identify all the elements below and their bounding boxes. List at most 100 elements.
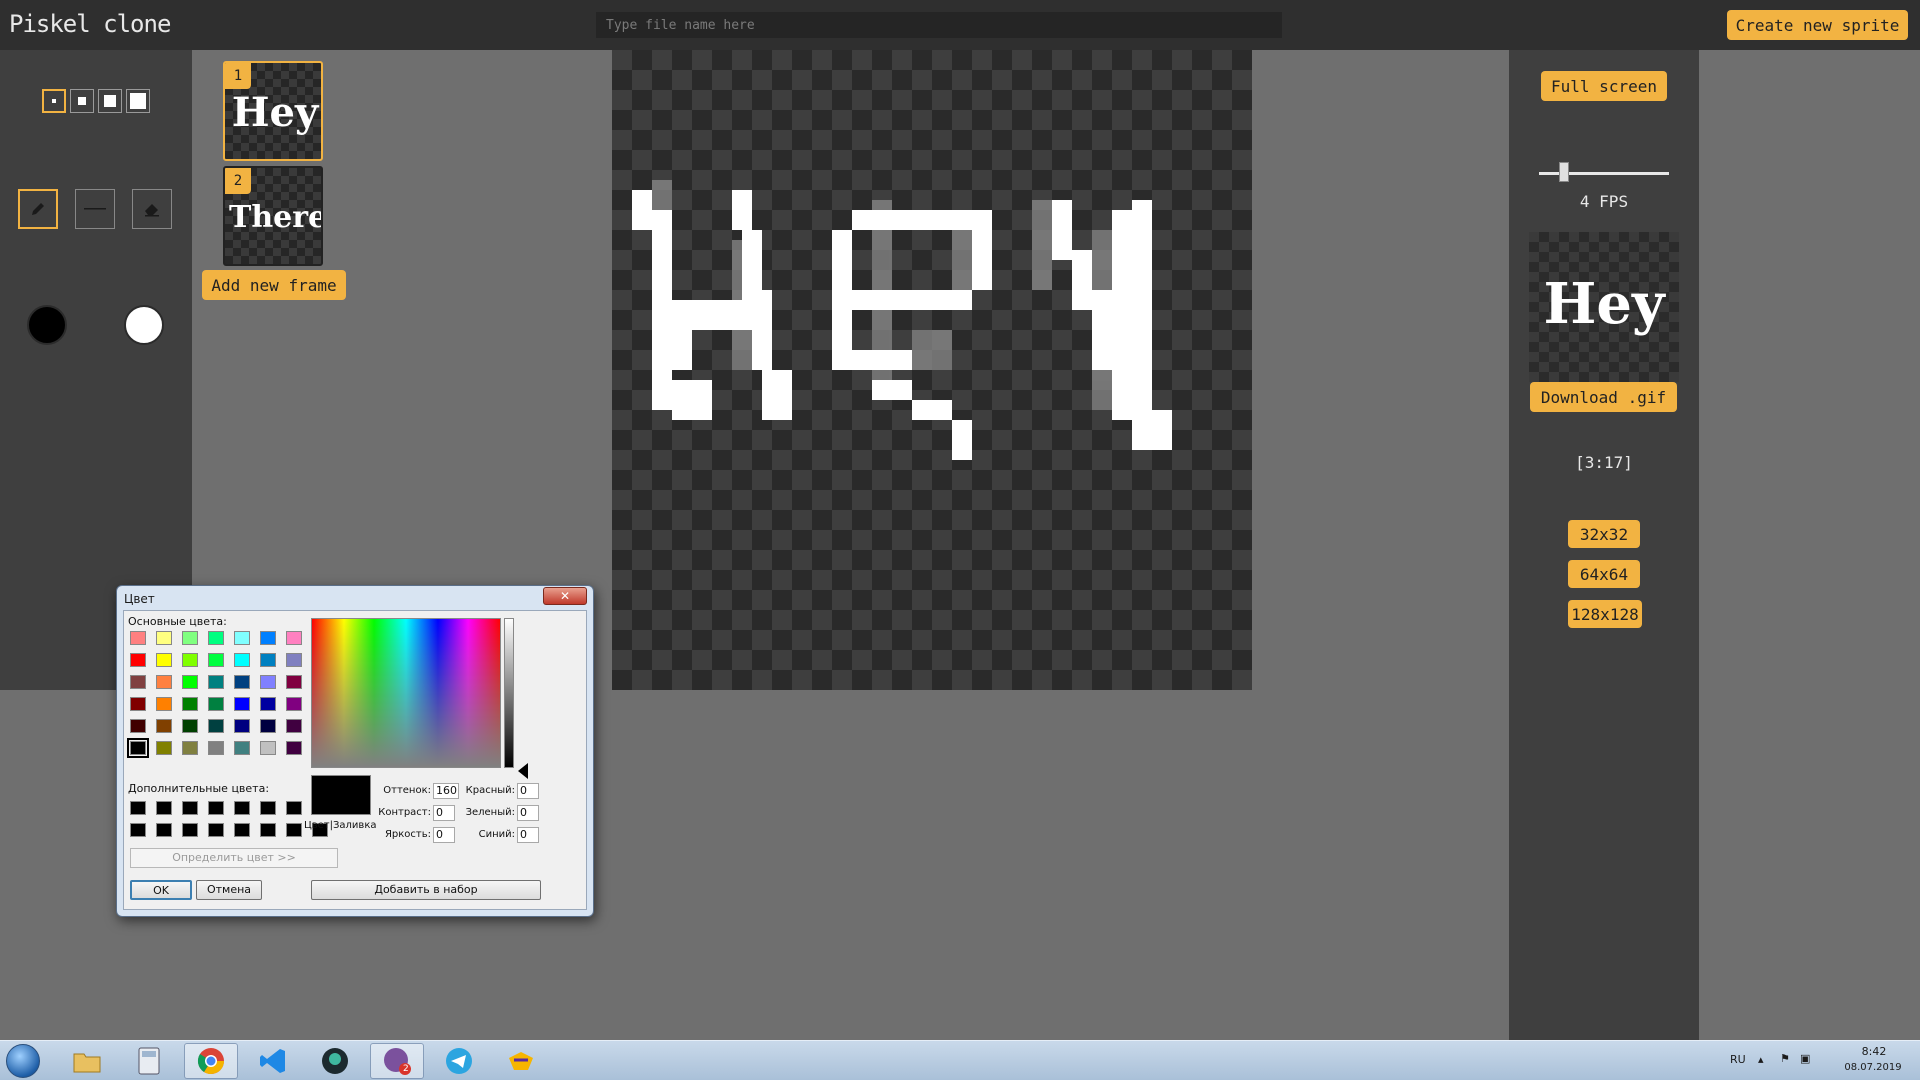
color-swatch[interactable] bbox=[208, 653, 224, 667]
size-128-button[interactable]: 128x128 bbox=[1568, 600, 1642, 628]
clock-time[interactable]: 8:42 bbox=[1848, 1045, 1900, 1058]
color-swatch[interactable] bbox=[130, 801, 146, 815]
green-input[interactable]: 0 bbox=[517, 805, 539, 821]
line-tool[interactable] bbox=[75, 189, 115, 229]
color-swatch[interactable] bbox=[286, 697, 302, 711]
add-to-custom-colors-button[interactable]: Добавить в набор bbox=[311, 880, 541, 900]
tray-expand-icon[interactable]: ▴ bbox=[1758, 1053, 1764, 1066]
luminance-input[interactable]: 0 bbox=[433, 827, 455, 843]
close-icon[interactable]: ✕ bbox=[543, 587, 587, 605]
color-swatch[interactable] bbox=[182, 653, 198, 667]
frame-thumbnail[interactable]: 1 Hey bbox=[223, 61, 323, 161]
color-swatch[interactable] bbox=[182, 823, 198, 837]
network-icon[interactable]: ▣ bbox=[1800, 1052, 1810, 1065]
pencil-tool[interactable] bbox=[18, 189, 58, 229]
color-swatch[interactable] bbox=[260, 719, 276, 733]
calculator-icon[interactable] bbox=[122, 1043, 176, 1079]
color-swatch[interactable] bbox=[234, 697, 250, 711]
color-swatch[interactable] bbox=[286, 741, 302, 755]
color-swatch[interactable] bbox=[260, 823, 276, 837]
color-swatch[interactable] bbox=[156, 631, 172, 645]
color-swatch[interactable] bbox=[130, 675, 146, 689]
luminance-arrow-icon[interactable] bbox=[518, 763, 528, 779]
color-swatch[interactable] bbox=[130, 631, 146, 645]
color-swatch[interactable] bbox=[208, 697, 224, 711]
color-swatch[interactable] bbox=[286, 719, 302, 733]
file-name-input[interactable] bbox=[596, 12, 1282, 38]
color-swatch[interactable] bbox=[127, 738, 149, 758]
blue-input[interactable]: 0 bbox=[517, 827, 539, 843]
clock-date[interactable]: 08.07.2019 bbox=[1838, 1062, 1908, 1073]
chrome-icon[interactable] bbox=[184, 1043, 238, 1079]
color-swatch[interactable] bbox=[208, 675, 224, 689]
color-swatch[interactable] bbox=[208, 801, 224, 815]
color-swatch[interactable] bbox=[182, 741, 198, 755]
color-swatch[interactable] bbox=[234, 631, 250, 645]
color-swatch[interactable] bbox=[182, 675, 198, 689]
color-swatch[interactable] bbox=[156, 823, 172, 837]
color-swatch[interactable] bbox=[156, 675, 172, 689]
color-swatch[interactable] bbox=[208, 823, 224, 837]
color-swatch[interactable] bbox=[260, 631, 276, 645]
winamp-icon[interactable] bbox=[494, 1043, 548, 1079]
color-swatch[interactable] bbox=[208, 719, 224, 733]
color-swatch[interactable] bbox=[156, 801, 172, 815]
color-swatch[interactable] bbox=[182, 697, 198, 711]
vscode-icon[interactable] bbox=[246, 1043, 300, 1079]
color-swatch[interactable] bbox=[260, 675, 276, 689]
cancel-button[interactable]: Отмена bbox=[196, 880, 262, 900]
color-swatch[interactable] bbox=[156, 741, 172, 755]
color-swatch[interactable] bbox=[234, 675, 250, 689]
download-gif-button[interactable]: Download .gif bbox=[1530, 382, 1677, 412]
file-explorer-icon[interactable] bbox=[60, 1043, 114, 1079]
color-swatch[interactable] bbox=[156, 697, 172, 711]
color-swatch[interactable] bbox=[130, 697, 146, 711]
ok-button[interactable]: OK bbox=[130, 880, 192, 900]
color-swatch[interactable] bbox=[182, 631, 198, 645]
color-swatch[interactable] bbox=[286, 801, 302, 815]
start-button-icon[interactable] bbox=[6, 1044, 40, 1078]
secondary-color-swatch[interactable] bbox=[124, 305, 164, 345]
saturation-input[interactable]: 0 bbox=[433, 805, 455, 821]
eraser-tool[interactable] bbox=[132, 189, 172, 229]
color-swatch[interactable] bbox=[286, 823, 302, 837]
full-screen-button[interactable]: Full screen bbox=[1541, 71, 1667, 101]
color-swatch[interactable] bbox=[130, 823, 146, 837]
size-64-button[interactable]: 64x64 bbox=[1568, 560, 1640, 588]
color-swatch[interactable] bbox=[286, 631, 302, 645]
primary-color-swatch[interactable] bbox=[27, 305, 67, 345]
add-new-frame-button[interactable]: Add new frame bbox=[202, 270, 346, 300]
color-swatch[interactable] bbox=[234, 801, 250, 815]
color-swatch[interactable] bbox=[156, 719, 172, 733]
color-swatch[interactable] bbox=[182, 801, 198, 815]
color-swatch[interactable] bbox=[260, 697, 276, 711]
pen-size-1[interactable] bbox=[42, 89, 66, 113]
hue-input[interactable]: 160 bbox=[433, 783, 459, 799]
define-color-button[interactable]: Определить цвет >> bbox=[130, 848, 338, 868]
color-swatch[interactable] bbox=[130, 719, 146, 733]
red-input[interactable]: 0 bbox=[517, 783, 539, 799]
color-swatch[interactable] bbox=[234, 741, 250, 755]
create-new-sprite-button[interactable]: Create new sprite bbox=[1727, 10, 1908, 40]
color-swatch[interactable] bbox=[234, 823, 250, 837]
color-swatch[interactable] bbox=[234, 653, 250, 667]
color-swatch[interactable] bbox=[260, 741, 276, 755]
color-swatch[interactable] bbox=[182, 719, 198, 733]
frame-thumbnail[interactable]: 2 There bbox=[223, 166, 323, 266]
viber-icon[interactable]: 2 bbox=[370, 1043, 424, 1079]
color-swatch[interactable] bbox=[260, 653, 276, 667]
fps-slider[interactable] bbox=[1539, 162, 1669, 182]
gitkraken-icon[interactable] bbox=[308, 1043, 362, 1079]
color-swatch[interactable] bbox=[156, 653, 172, 667]
drawing-canvas[interactable] bbox=[612, 50, 1252, 690]
luminance-bar[interactable] bbox=[504, 618, 514, 768]
color-swatch[interactable] bbox=[130, 653, 146, 667]
telegram-icon[interactable] bbox=[432, 1043, 486, 1079]
fps-slider-thumb[interactable] bbox=[1559, 162, 1569, 182]
color-swatch[interactable] bbox=[208, 741, 224, 755]
language-indicator[interactable]: RU bbox=[1730, 1053, 1746, 1066]
color-swatch[interactable] bbox=[260, 801, 276, 815]
color-swatch[interactable] bbox=[286, 675, 302, 689]
action-center-flag-icon[interactable]: ⚑ bbox=[1780, 1052, 1790, 1065]
color-swatch[interactable] bbox=[208, 631, 224, 645]
